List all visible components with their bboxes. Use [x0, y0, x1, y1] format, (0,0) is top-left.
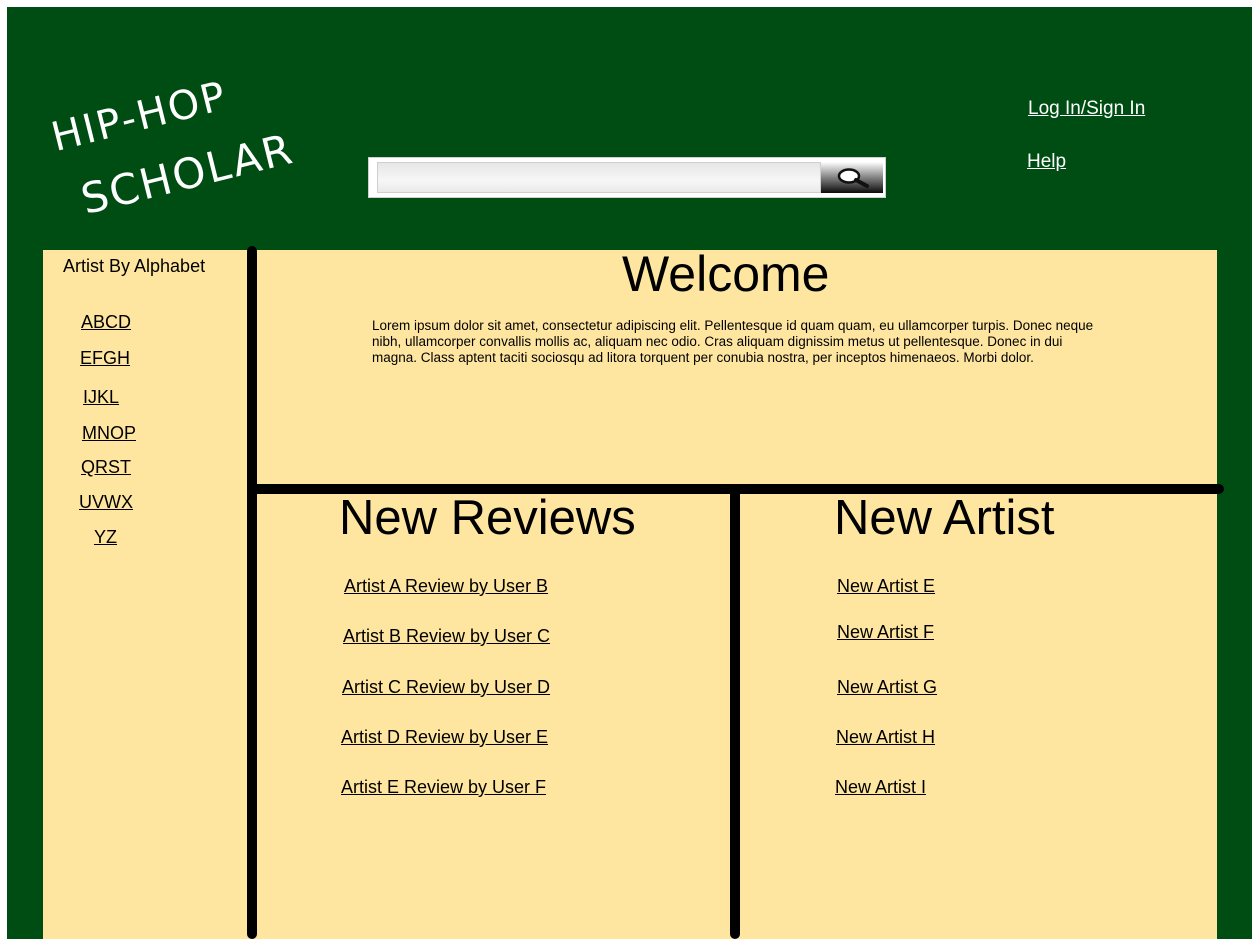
review-link[interactable]: Artist C Review by User D: [342, 677, 550, 698]
alpha-link-uvwx[interactable]: UVWX: [79, 492, 133, 513]
help-link[interactable]: Help: [1027, 151, 1066, 173]
review-link[interactable]: Artist D Review by User E: [341, 727, 548, 748]
new-artist-link[interactable]: New Artist I: [835, 777, 926, 798]
alpha-link-abcd[interactable]: ABCD: [81, 312, 131, 333]
new-artist-link[interactable]: New Artist E: [837, 576, 935, 597]
section-divider: [730, 488, 740, 939]
site-logo[interactable]: HIP-HOP SCHOLAR: [47, 73, 299, 255]
search-input[interactable]: [377, 162, 821, 193]
welcome-title: Welcome: [622, 246, 830, 302]
search-button[interactable]: [821, 162, 883, 193]
review-link[interactable]: Artist E Review by User F: [341, 777, 546, 798]
review-link[interactable]: Artist B Review by User C: [343, 626, 550, 647]
sidebar-title: Artist By Alphabet: [63, 256, 206, 276]
new-reviews-title: New Reviews: [339, 491, 636, 545]
welcome-text: Lorem ipsum dolor sit amet, consectetur …: [372, 318, 1094, 365]
magnifier-icon: [837, 168, 869, 188]
login-link[interactable]: Log In/Sign In: [1028, 98, 1145, 120]
new-artist-link[interactable]: New Artist F: [837, 622, 934, 643]
alpha-link-ijkl[interactable]: IJKL: [83, 387, 119, 408]
new-artist-link[interactable]: New Artist G: [837, 677, 937, 698]
alpha-link-efgh[interactable]: EFGH: [80, 348, 130, 369]
alpha-link-yz[interactable]: YZ: [94, 527, 117, 548]
new-artist-link[interactable]: New Artist H: [836, 727, 935, 748]
new-artist-title: New Artist: [834, 491, 1055, 545]
alpha-link-qrst[interactable]: QRST: [81, 457, 131, 478]
review-link[interactable]: Artist A Review by User B: [344, 576, 548, 597]
search-bar: [368, 157, 886, 198]
alpha-link-mnop[interactable]: MNOP: [82, 423, 136, 444]
sidebar-divider: [247, 246, 257, 939]
